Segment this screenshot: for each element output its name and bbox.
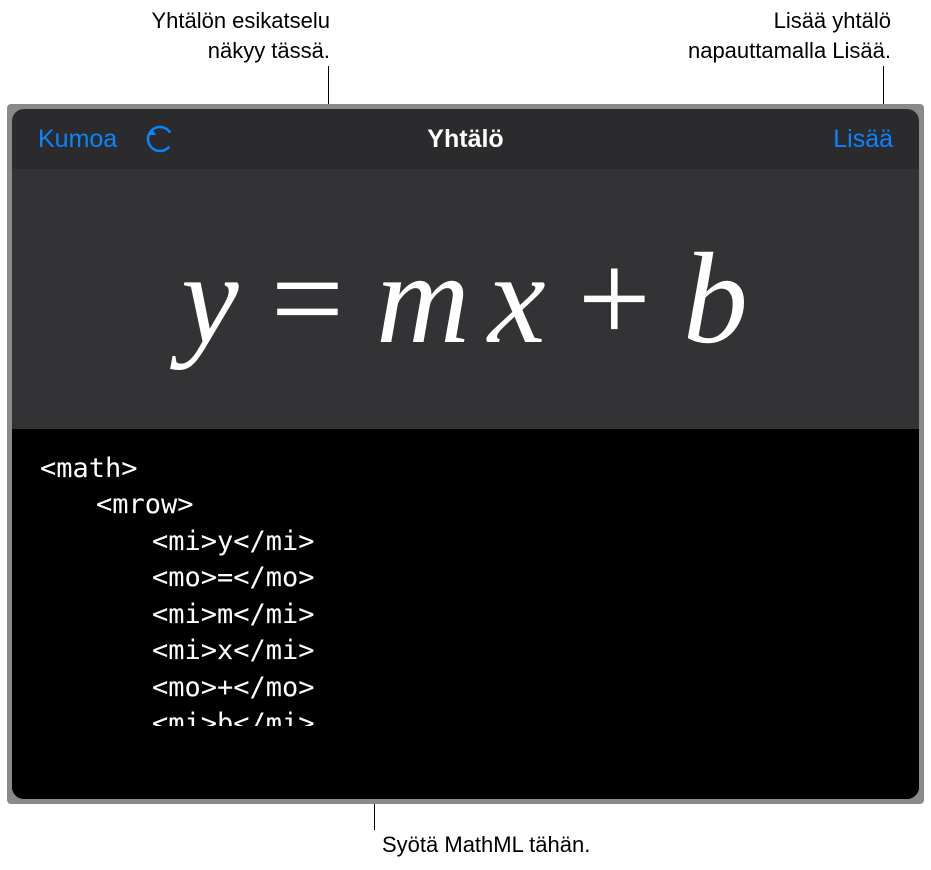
undo-arrow-icon[interactable] xyxy=(145,124,175,154)
equation-var-y: y xyxy=(181,224,241,374)
toolbar-right: Lisää xyxy=(833,125,893,154)
insert-button[interactable]: Lisää xyxy=(833,125,893,154)
callout-insert-text: Lisää yhtälö napauttamalla Lisää. xyxy=(611,6,891,65)
device-frame: Kumoa Yhtälö Lisää y xyxy=(7,104,924,804)
equation-plus: + xyxy=(578,224,653,374)
callout-preview-text: Yhtälön esikatselu näkyy tässä. xyxy=(40,6,330,65)
equation-var-b: b xyxy=(683,224,750,374)
equation-var-x: x xyxy=(488,224,548,374)
toolbar: Kumoa Yhtälö Lisää xyxy=(12,109,919,169)
callout-input: Syötä MathML tähän. xyxy=(382,830,782,860)
callout-input-text: Syötä MathML tähän. xyxy=(382,832,590,857)
equation-preview-area: y = m x + b xyxy=(12,169,919,429)
code-line: <mrow> xyxy=(40,487,891,523)
mathml-input[interactable]: <math> <mrow><mi>y</mi><mo>=</mo><mi>m</… xyxy=(12,429,919,799)
callout-insert: Lisää yhtälö napauttamalla Lisää. xyxy=(611,6,891,65)
code-line: <mo>+</mo> xyxy=(40,670,891,706)
code-line: <mi>y</mi> xyxy=(40,524,891,560)
equation-var-m: m xyxy=(376,224,472,374)
undo-button[interactable]: Kumoa xyxy=(38,125,117,154)
undo-button-label: Kumoa xyxy=(38,125,117,153)
callout-preview: Yhtälön esikatselu näkyy tässä. xyxy=(40,6,330,65)
equation-equals: = xyxy=(271,224,346,374)
panel-title: Yhtälö xyxy=(427,125,503,154)
insert-button-label: Lisää xyxy=(833,125,893,153)
code-line: <mi>m</mi> xyxy=(40,597,891,633)
code-line: <mi>x</mi> xyxy=(40,633,891,669)
equation-preview: y = m x + b xyxy=(181,224,750,374)
code-line: <mo>=</mo> xyxy=(40,560,891,596)
code-line: <math> xyxy=(40,453,138,484)
equation-editor-panel: Kumoa Yhtälö Lisää y xyxy=(12,109,919,799)
toolbar-left: Kumoa xyxy=(38,124,175,154)
code-line: <mi>b</mi> xyxy=(40,706,891,726)
panel-title-text: Yhtälö xyxy=(427,125,503,153)
